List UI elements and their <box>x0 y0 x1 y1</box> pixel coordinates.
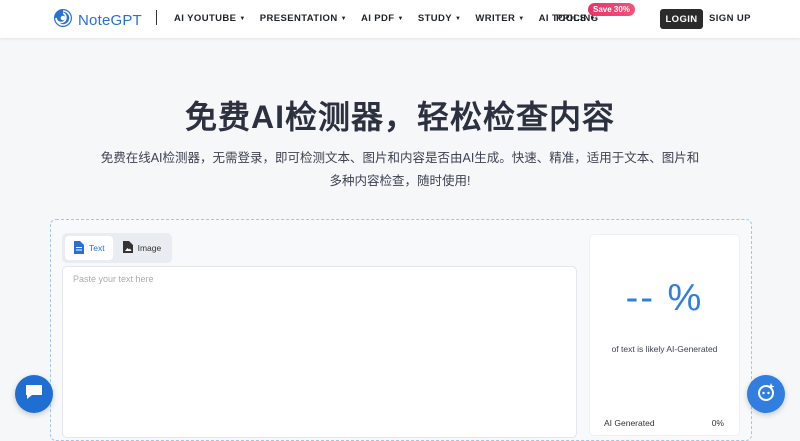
nav-item-ai-pdf[interactable]: AI PDF ▼ <box>361 13 404 24</box>
ai-generated-value: 0% <box>711 418 724 428</box>
nav-divider <box>156 10 157 25</box>
notegpt-logo-icon <box>53 8 73 33</box>
input-type-tabs: Text Image <box>62 233 173 263</box>
nav-item-label: PRESENTATION <box>259 13 338 24</box>
nav-item-label: AI PDF <box>360 13 395 24</box>
ai-assistant-button[interactable] <box>747 375 785 413</box>
nav-item-study[interactable]: STUDY ▼ <box>418 13 462 24</box>
signup-button[interactable]: SIGN UP <box>709 13 751 24</box>
caret-down-icon: ▼ <box>239 16 246 22</box>
text-input[interactable]: Paste your text here <box>62 266 577 438</box>
caret-down-icon: ▼ <box>518 16 525 22</box>
chat-support-button[interactable] <box>15 375 53 413</box>
nav-item-writer[interactable]: WRITER ▼ <box>475 13 524 24</box>
nav-item-label: AI YOUTUBE <box>174 13 237 24</box>
logo-text: NoteGPT <box>78 12 142 29</box>
page-subtitle: 免费在线AI检测器，无需登录，即可检测文本、图片和内容是否由AI生成。快速、精准… <box>100 151 700 188</box>
caret-down-icon: ▼ <box>455 16 462 22</box>
nav-item-presentation[interactable]: PRESENTATION ▼ <box>260 13 347 24</box>
tab-image-label: Image <box>137 243 162 253</box>
logo[interactable]: NoteGPT <box>53 8 142 33</box>
tab-text[interactable]: Text <box>65 236 113 260</box>
nav-item-ai-youtube[interactable]: AI YOUTUBE ▼ <box>174 13 246 24</box>
caret-down-icon: ▼ <box>397 16 404 22</box>
ai-generated-row: AI Generated 0% <box>604 418 724 428</box>
image-file-icon <box>122 241 133 255</box>
ai-chat-icon <box>755 381 777 408</box>
save-badge: Save 30% <box>588 3 635 16</box>
ai-generated-label: AI Generated <box>604 418 655 428</box>
result-panel: -- % of text is likely AI-Generated AI G… <box>589 234 740 436</box>
result-caption: of text is likely AI-Generated <box>611 344 718 354</box>
nav-item-label: WRITER <box>475 13 516 24</box>
page-title: 免费AI检测器，轻松检查内容 <box>184 99 615 135</box>
top-navbar: NoteGPT AI YOUTUBE ▼ PRESENTATION ▼ AI PDF… <box>0 0 800 38</box>
caret-down-icon: ▼ <box>340 16 347 22</box>
tab-text-label: Text <box>89 243 105 253</box>
nav-item-label: STUDY <box>417 13 453 24</box>
tab-image[interactable]: Image <box>115 236 170 260</box>
text-input-placeholder: Paste your text here <box>73 274 154 284</box>
ai-percentage: -- % <box>625 277 704 319</box>
login-button[interactable]: LOGIN <box>660 9 703 29</box>
document-icon <box>73 240 84 256</box>
chat-bubble-icon <box>24 383 44 406</box>
main-nav: AI YOUTUBE ▼ PRESENTATION ▼ AI PDF ▼ STUDY ▼… <box>174 13 610 24</box>
